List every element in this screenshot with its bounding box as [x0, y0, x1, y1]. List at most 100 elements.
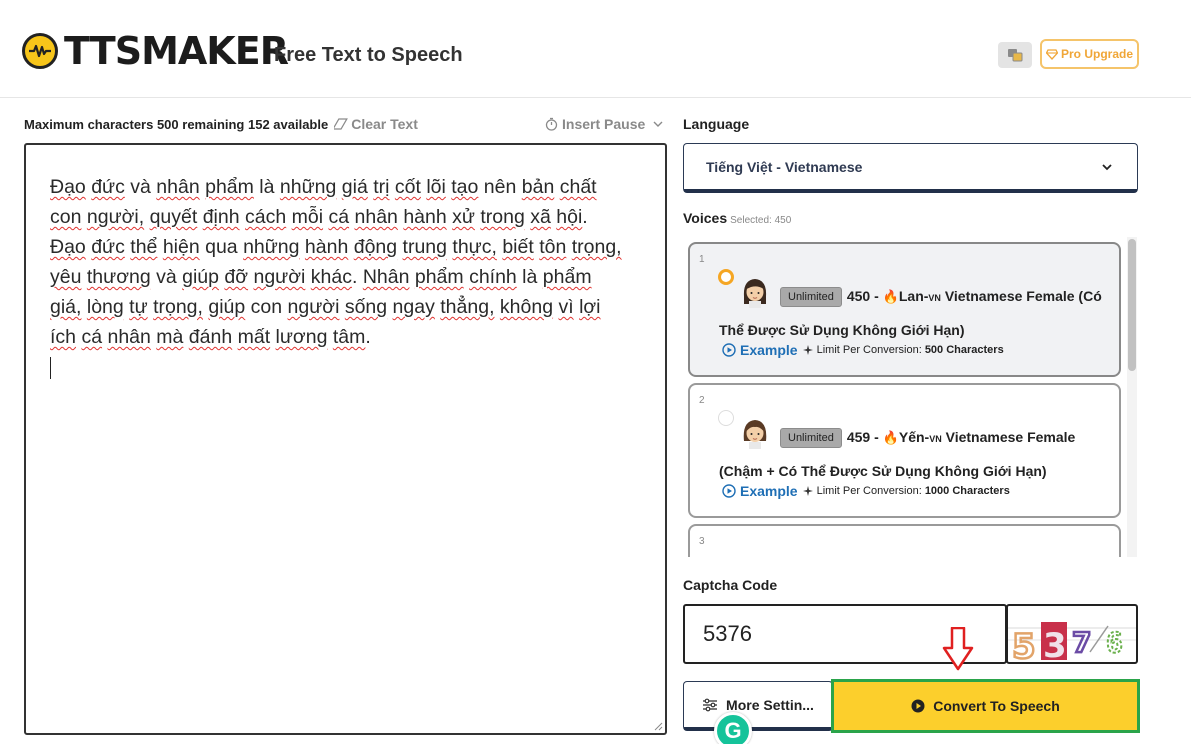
- misspelled-word: thể: [130, 236, 158, 258]
- misspelled-word: trị: [373, 176, 390, 198]
- misspelled-word: lợi: [579, 296, 601, 318]
- example-button[interactable]: Example: [722, 483, 798, 499]
- more-settings-button[interactable]: More Settin...: [683, 681, 833, 731]
- waveform-icon: [22, 33, 58, 69]
- misspelled-word: những: [279, 176, 337, 198]
- voice-card-3[interactable]: 3: [688, 524, 1121, 557]
- misspelled-word: đỡ: [224, 266, 249, 288]
- clear-text-button[interactable]: Clear Text: [334, 116, 418, 132]
- pro-upgrade-label: Pro Upgrade: [1060, 47, 1133, 61]
- language-selected: Tiếng Việt - Vietnamese: [706, 158, 863, 175]
- misspelled-word: người,: [86, 206, 145, 228]
- voice-card-459[interactable]: 2 Unlimited 459 - 🔥Yến-VN Vietnamese Fema…: [688, 383, 1121, 518]
- voice-list[interactable]: 1 Unlimited 450 - 🔥Lan-VN Vietnamese Fema…: [683, 237, 1138, 557]
- misspelled-word: mất: [237, 326, 271, 348]
- text-fragment: .: [351, 266, 363, 288]
- fire-icon: 🔥: [882, 289, 899, 304]
- voice-meta: Example Limit Per Conversion: 1000 Chara…: [722, 483, 1010, 499]
- limit-text: Limit Per Conversion: 1000 Characters: [816, 485, 1010, 497]
- voices-label: Voices Selected: 450: [683, 210, 791, 226]
- timer-icon: [545, 117, 558, 131]
- misspelled-word: yêu: [50, 266, 82, 288]
- play-icon: [911, 699, 925, 713]
- misspelled-word: phẩm: [542, 266, 592, 288]
- misspelled-word: cá: [81, 326, 103, 348]
- misspelled-word: ích: [50, 326, 77, 348]
- text-input-content[interactable]: Đạo đức và nhân phẩm là những giá trị cố…: [50, 172, 641, 352]
- misspelled-word: mà: [156, 326, 184, 348]
- character-counter: Maximum characters 500 remaining 152 ava…: [24, 116, 418, 132]
- voice-list-scrollbar[interactable]: [1127, 237, 1137, 557]
- misspelled-word: trọng,: [571, 236, 622, 258]
- voice-id: 459 -: [846, 429, 883, 445]
- misspelled-word: ngay: [392, 296, 435, 318]
- logo-text: TTSMAKER: [64, 29, 289, 73]
- captcha-image[interactable]: 5 3 7 6: [1006, 604, 1138, 664]
- misspelled-word: lõi: [426, 176, 446, 198]
- misspelled-word: trung: [402, 236, 447, 258]
- misspelled-word: không: [499, 296, 554, 318]
- misspelled-word: khác: [310, 266, 352, 288]
- chevron-down-icon: [653, 121, 663, 127]
- misspelled-word: cốt: [394, 176, 421, 198]
- text-line: Đạo đức thể hiện qua những hành động tru…: [50, 232, 641, 262]
- site-header: TTSMAKER Free Text to Speech Pro Upgrade: [0, 0, 1191, 98]
- more-settings-label: More Settin...: [726, 696, 814, 713]
- voice-desc-line2: (Chậm + Có Thể Được Sử Dụng Không Giới H…: [719, 463, 1047, 479]
- logo[interactable]: TTSMAKER: [22, 29, 289, 73]
- play-circle-icon: [722, 343, 736, 357]
- example-button[interactable]: Example: [722, 342, 798, 358]
- misspelled-word: người: [287, 296, 340, 318]
- text-caret: [50, 357, 51, 379]
- misspelled-word: thương: [86, 266, 151, 288]
- misspelled-word: Đạo: [50, 176, 86, 198]
- misspelled-word: đức: [91, 236, 125, 258]
- sparkle-icon: [802, 485, 813, 496]
- unlimited-badge: Unlimited: [780, 428, 842, 448]
- translate-button[interactable]: [998, 42, 1032, 68]
- text-input-area[interactable]: Đạo đức và nhân phẩm là những giá trị cố…: [24, 143, 667, 735]
- misspelled-word: vì: [558, 296, 574, 318]
- voice-desc-line1: Vietnamese Female: [941, 429, 1076, 445]
- scrollbar-thumb[interactable]: [1128, 239, 1136, 371]
- captcha-label: Captcha Code: [683, 577, 778, 593]
- voice-index: 2: [699, 395, 705, 406]
- voice-card-450[interactable]: 1 Unlimited 450 - 🔥Lan-VN Vietnamese Fema…: [688, 242, 1121, 377]
- misspelled-word: phẩm: [205, 176, 254, 198]
- misspelled-word: nhân: [156, 176, 200, 198]
- voice-id: 450 -: [846, 288, 883, 304]
- convert-to-speech-button[interactable]: Convert To Speech: [831, 679, 1140, 733]
- misspelled-word: động: [353, 236, 398, 258]
- clear-text-label: Clear Text: [351, 116, 418, 132]
- text-line: Đạo đức và nhân phẩm là những giá trị cố…: [50, 172, 641, 202]
- pro-upgrade-button[interactable]: Pro Upgrade: [1040, 39, 1139, 69]
- misspelled-word: con: [50, 206, 82, 228]
- play-circle-icon: [722, 484, 736, 498]
- language-select[interactable]: Tiếng Việt - Vietnamese: [683, 143, 1138, 193]
- misspelled-word: Đạo: [50, 236, 86, 258]
- voice-name: Yến-: [898, 429, 930, 445]
- svg-text:6: 6: [1106, 626, 1123, 659]
- text-fragment: con: [245, 296, 288, 318]
- text-fragment: và: [150, 266, 183, 288]
- diamond-icon: [1045, 48, 1058, 60]
- voice-index: 3: [699, 536, 705, 547]
- misspelled-word: xã: [530, 206, 551, 228]
- grammarly-icon[interactable]: G: [714, 712, 752, 744]
- voices-title: Voices: [683, 210, 728, 226]
- misspelled-word: quyết: [149, 206, 198, 228]
- misspelled-word: tạo: [451, 176, 479, 198]
- text-fragment: nên: [478, 176, 522, 198]
- text-fragment: là: [516, 266, 543, 288]
- misspelled-word: trọng,: [153, 296, 203, 318]
- misspelled-word: định: [202, 206, 240, 228]
- convert-label: Convert To Speech: [933, 698, 1060, 714]
- insert-pause-dropdown[interactable]: Insert Pause: [545, 116, 663, 132]
- text-fragment: và: [124, 176, 157, 198]
- text-fragment: là: [253, 176, 280, 198]
- text-fragment: .: [582, 206, 588, 228]
- misspelled-word: chất: [559, 176, 597, 198]
- resize-grip-icon[interactable]: [653, 721, 663, 731]
- red-arrow-annotation: [942, 627, 974, 671]
- svg-text:3: 3: [1043, 626, 1067, 662]
